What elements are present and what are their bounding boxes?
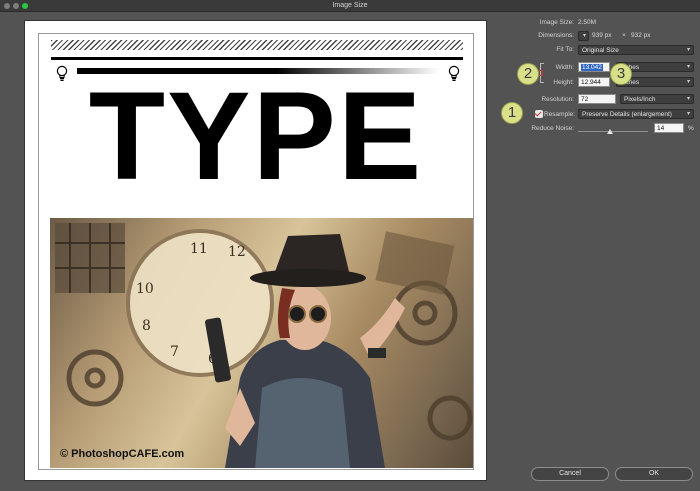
width-value: 13.042 xyxy=(581,64,603,71)
chevron-down-icon: ▾ xyxy=(686,79,690,85)
resample-select[interactable]: Preserve Details (enlargement) ▾ xyxy=(578,109,694,119)
dimensions-options-button[interactable]: ▾ xyxy=(578,31,589,41)
fit-to-label: Fit To: xyxy=(556,46,574,53)
hatched-banner xyxy=(51,40,463,50)
cancel-button[interactable]: Cancel xyxy=(531,467,609,481)
fit-to-value: Original Size xyxy=(582,47,619,54)
svg-text:8: 8 xyxy=(142,318,151,334)
image-size-value: 2.50M xyxy=(578,19,597,26)
steampunk-photo: 111210 876 xyxy=(50,218,473,468)
dimensions-times: × xyxy=(622,32,626,39)
resolution-unit-select[interactable]: Pixels/Inch ▾ xyxy=(620,94,694,104)
reduce-noise-value: 14 xyxy=(657,125,665,132)
ok-button[interactable]: OK xyxy=(615,467,693,481)
reduce-noise-label: Reduce Noise: xyxy=(531,125,574,132)
image-size-settings: Image Size: 2.50M Dimensions: ▾ 939 px ×… xyxy=(498,0,700,491)
annotation-badge-1: 1 xyxy=(501,102,523,124)
image-size-label: Image Size: xyxy=(539,19,574,26)
headline-type: TYPE xyxy=(88,67,424,206)
width-label: Width: xyxy=(555,64,574,71)
height-value: 12.944 xyxy=(581,79,601,86)
chevron-down-icon: ▾ xyxy=(686,111,690,117)
fit-to-select[interactable]: Original Size ▾ xyxy=(578,45,694,55)
chevron-down-icon: ▾ xyxy=(686,64,690,70)
svg-text:10: 10 xyxy=(136,281,154,297)
photoshopcafe-watermark: © PhotoshopCAFE.com xyxy=(60,448,185,460)
reduce-noise-slider-thumb[interactable] xyxy=(607,129,614,134)
resample-checkbox[interactable] xyxy=(535,110,543,118)
photo-illustration: 111210 876 xyxy=(55,223,473,468)
black-rule xyxy=(51,57,463,60)
width-input[interactable]: 13.042 xyxy=(578,62,610,72)
reduce-noise-unit: % xyxy=(688,125,694,132)
resolution-value: 72 xyxy=(581,96,589,103)
dimensions-width: 939 px xyxy=(592,32,612,39)
dimensions-height: 932 px xyxy=(631,32,651,39)
resolution-unit: Pixels/Inch xyxy=(624,96,656,103)
preview-artwork: TYPE 111210 876 xyxy=(38,33,474,470)
chevron-down-icon: ▾ xyxy=(582,33,586,39)
resolution-label: Resolution: xyxy=(541,96,574,103)
resample-value: Preserve Details (enlargement) xyxy=(582,111,672,118)
svg-text:11: 11 xyxy=(190,241,208,257)
annotation-badge-2: 2 xyxy=(517,63,539,85)
annotation-badge-3: 3 xyxy=(610,63,632,85)
image-preview[interactable]: TYPE 111210 876 xyxy=(24,20,487,481)
resample-label: Resample: xyxy=(544,111,576,118)
svg-text:12: 12 xyxy=(228,244,246,260)
svg-text:7: 7 xyxy=(170,344,179,360)
chevron-down-icon: ▾ xyxy=(686,96,690,102)
height-label: Height: xyxy=(553,79,574,86)
resolution-input[interactable]: 72 xyxy=(578,94,616,104)
height-input[interactable]: 12.944 xyxy=(578,77,610,87)
chevron-down-icon: ▾ xyxy=(686,47,690,53)
dimensions-label: Dimensions: xyxy=(538,32,574,39)
reduce-noise-input[interactable]: 14 xyxy=(654,123,684,133)
